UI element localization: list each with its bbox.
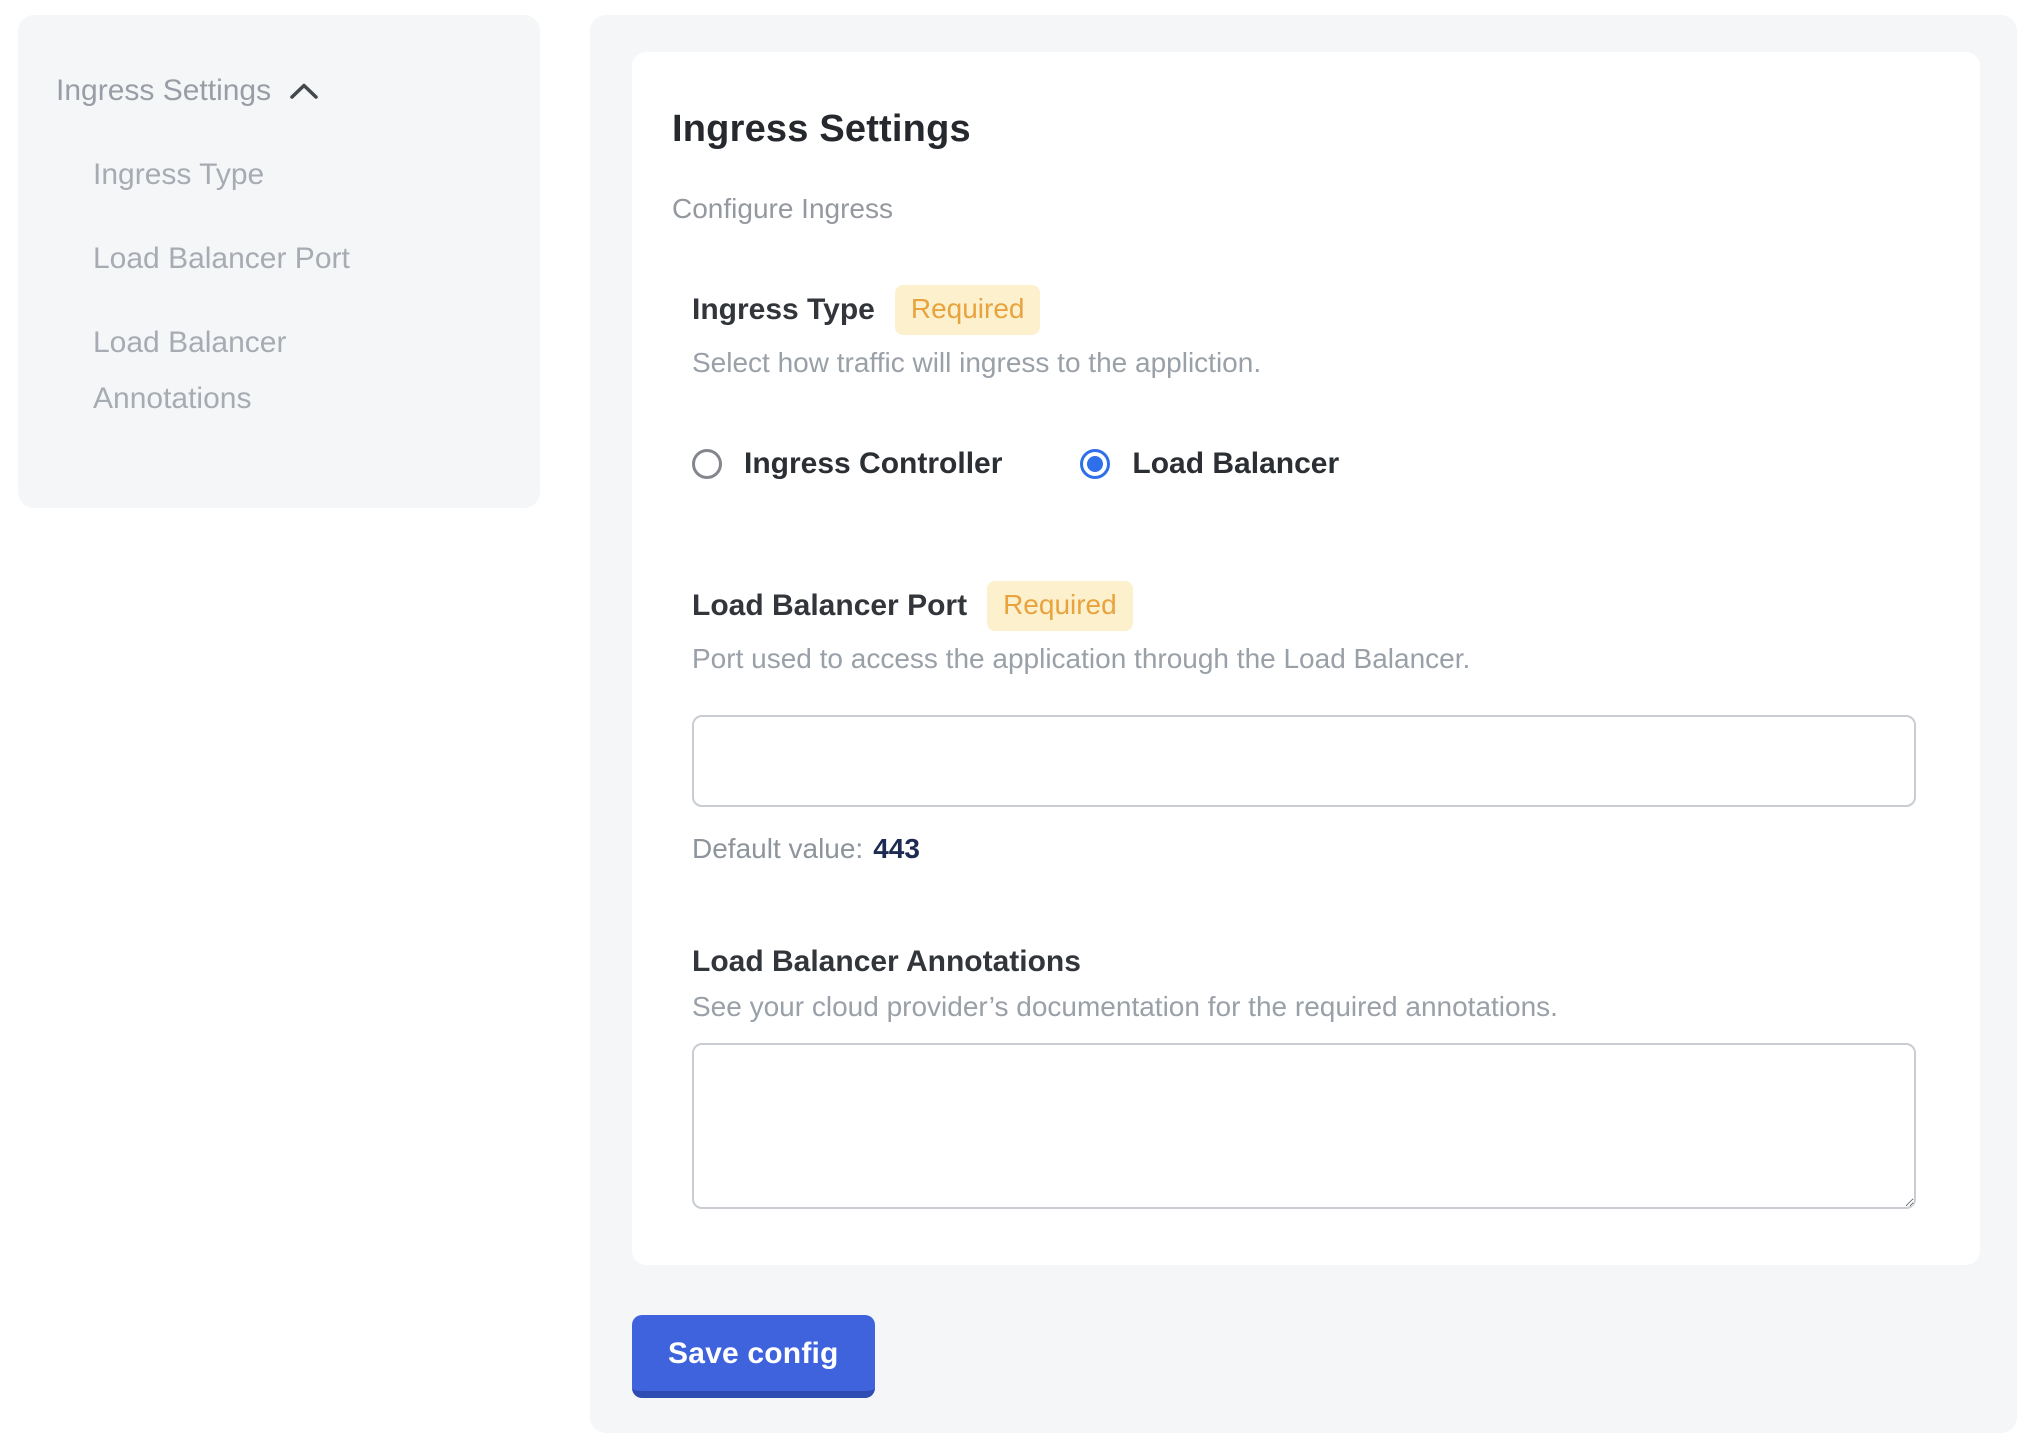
ingress-type-description: Select how traffic will ingress to the a… <box>692 347 1916 379</box>
section-load-balancer-annotations: Load Balancer Annotations See your cloud… <box>692 945 1916 1209</box>
required-badge: Required <box>895 285 1041 335</box>
ingress-type-radio-group: Ingress Controller Load Balancer <box>692 447 1916 481</box>
load-balancer-port-title: Load Balancer Port <box>692 589 967 623</box>
required-badge: Required <box>987 581 1133 631</box>
load-balancer-annotations-description: See your cloud provider’s documentation … <box>692 991 1916 1023</box>
sidebar-group-label: Ingress Settings <box>56 63 271 119</box>
sidebar-item-load-balancer-annotations[interactable]: Load Balancer Annotations <box>93 315 408 427</box>
radio-label-ingress-controller: Ingress Controller <box>744 447 1002 481</box>
radio-ingress-controller-unselected[interactable] <box>692 449 722 479</box>
section-load-balancer-port: Load Balancer Port Required Port used to… <box>692 581 1916 865</box>
default-value-number: 443 <box>873 833 920 864</box>
default-value-label: Default value: <box>692 833 863 864</box>
save-config-button[interactable]: Save config <box>632 1315 875 1398</box>
load-balancer-annotations-textarea[interactable] <box>692 1043 1916 1209</box>
ingress-settings-panel: Ingress Settings Configure Ingress Ingre… <box>590 15 2017 1433</box>
load-balancer-port-input[interactable] <box>692 715 1916 807</box>
radio-option-load-balancer[interactable]: Load Balancer <box>1080 447 1339 481</box>
section-ingress-type: Ingress Type Required Select how traffic… <box>692 285 1916 481</box>
radio-option-ingress-controller[interactable]: Ingress Controller <box>692 447 1002 481</box>
settings-sidebar: Ingress Settings Ingress Type Load Balan… <box>18 15 540 508</box>
sidebar-item-load-balancer-port[interactable]: Load Balancer Port <box>93 231 408 287</box>
load-balancer-port-description: Port used to access the application thro… <box>692 643 1916 675</box>
default-value-row: Default value: 443 <box>692 833 1916 865</box>
sidebar-item-ingress-type[interactable]: Ingress Type <box>93 147 408 203</box>
chevron-up-icon <box>289 63 319 119</box>
ingress-settings-card: Ingress Settings Configure Ingress Ingre… <box>632 52 1980 1265</box>
page-subtitle: Configure Ingress <box>672 193 1916 225</box>
page-title: Ingress Settings <box>672 108 1916 151</box>
radio-load-balancer-selected[interactable] <box>1080 449 1110 479</box>
load-balancer-annotations-title: Load Balancer Annotations <box>692 945 1081 979</box>
ingress-type-title: Ingress Type <box>692 293 875 327</box>
sidebar-group-ingress-settings[interactable]: Ingress Settings <box>56 63 510 119</box>
radio-label-load-balancer: Load Balancer <box>1132 447 1339 481</box>
